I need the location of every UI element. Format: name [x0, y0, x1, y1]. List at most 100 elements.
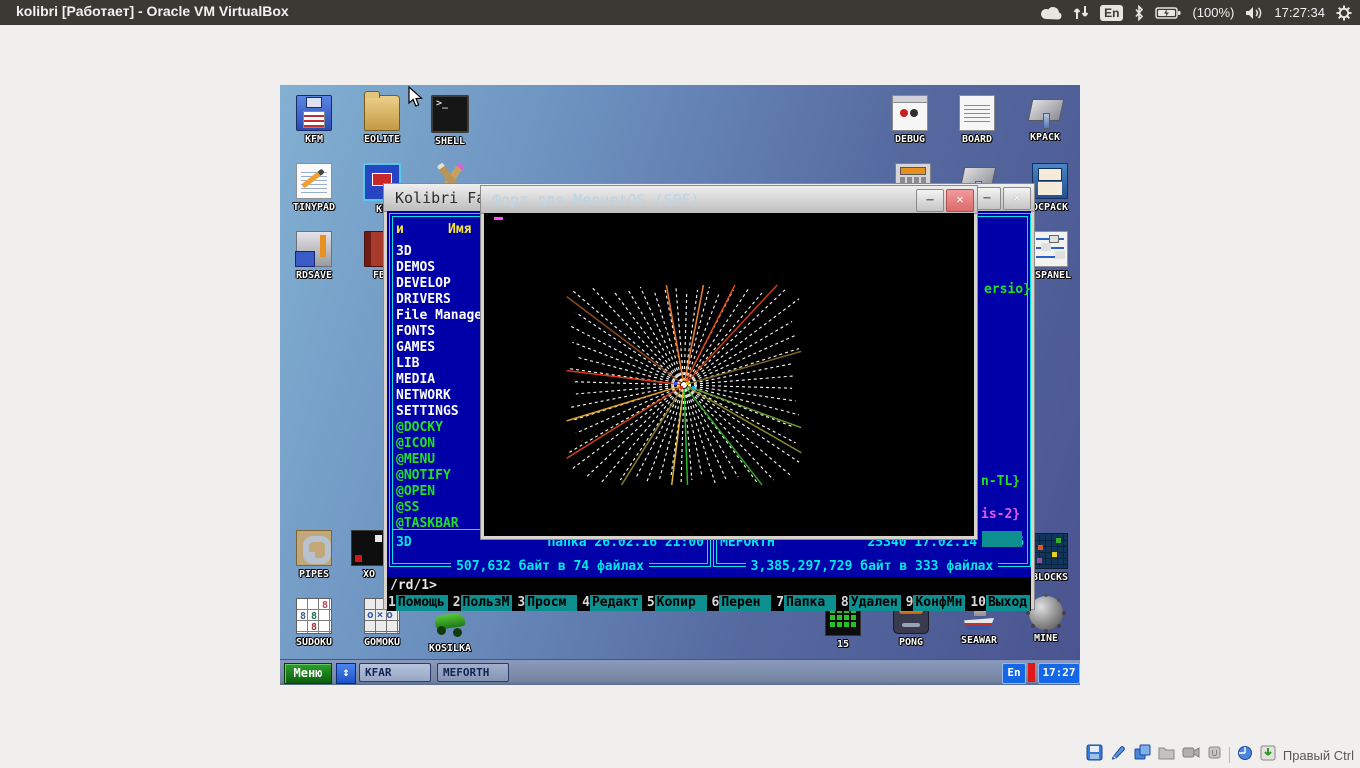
sudoku-icon — [296, 598, 332, 634]
optical-disc-icon[interactable] — [1110, 744, 1127, 766]
fkey-number: 10 — [970, 595, 986, 611]
fkey-number: 9 — [906, 595, 914, 611]
host-language-indicator[interactable]: En — [1100, 5, 1123, 21]
desktop-icon-label: SEAWAR — [951, 635, 1007, 646]
minimize-all-button[interactable]: ↕ — [336, 663, 356, 684]
display-capture-icon[interactable] — [1182, 746, 1200, 764]
selected-item-name: 3D — [396, 535, 412, 550]
network-adapters-icon[interactable] — [1134, 744, 1151, 766]
host-tray: En (100%) 17:27:34 — [1040, 0, 1352, 25]
fkey-number: 1 — [388, 595, 396, 611]
spf-window[interactable]: Форт для MenuetOS (SPF) – ✕ — [480, 185, 978, 540]
spanel-icon — [1032, 231, 1068, 267]
fkey-2[interactable]: 2ПользМ — [453, 595, 513, 611]
bluetooth-icon[interactable] — [1134, 5, 1144, 21]
mouse-integration-icon[interactable] — [1237, 745, 1253, 766]
desktop-icon-pipes[interactable]: PIPES — [286, 530, 342, 580]
hdd-icon[interactable] — [1086, 744, 1103, 766]
guest-clock[interactable]: 17:27 — [1038, 663, 1080, 684]
far-close-button[interactable]: ✕ — [1003, 187, 1031, 210]
board-icon — [959, 95, 995, 131]
starburst-graphic — [484, 213, 976, 538]
fkey-7[interactable]: 7Папка — [776, 595, 836, 611]
fkey-9[interactable]: 9КонфМн — [906, 595, 966, 611]
desktop-icon-board[interactable]: BOARD — [949, 95, 1005, 145]
spf-titlebar[interactable]: Форт для MenuetOS (SPF) – ✕ — [481, 186, 977, 214]
fkey-6[interactable]: 6Перен — [712, 595, 772, 611]
desktop-icon-label: EOLITE — [354, 134, 410, 145]
kosilka-icon — [433, 606, 467, 640]
desktop-icon-label: SUDOKU — [286, 637, 342, 648]
gear-icon[interactable] — [1336, 5, 1352, 21]
desktop-icon-label: BOARD — [949, 134, 1005, 145]
fkey-4[interactable]: 4Редакт — [582, 595, 642, 611]
blocks-icon — [1032, 533, 1068, 569]
task-button-kfar[interactable]: KFAR — [359, 663, 431, 682]
sort-indicator: и — [396, 222, 404, 237]
desktop-icon-tinypad[interactable]: TINYPAD — [286, 163, 342, 213]
desktop-icon-kpack[interactable]: KPACK — [1017, 95, 1073, 143]
desktop-icon-debug[interactable]: DEBUG — [882, 95, 938, 145]
desktop-icon-label: KFM — [286, 134, 342, 145]
terminal-icon — [431, 95, 469, 133]
task-button-meforth[interactable]: MEFORTH — [437, 663, 509, 682]
guest-language-indicator[interactable]: En — [1002, 663, 1026, 684]
spf-minimize-button[interactable]: – — [916, 189, 944, 212]
fkey-number: 3 — [517, 595, 525, 611]
desktop-icon-label: PONG — [883, 637, 939, 648]
host-key-label: Правый Ctrl — [1283, 748, 1354, 763]
statusbar-separator — [1229, 747, 1230, 763]
desktop-icon-label: GOMOKU — [354, 637, 410, 648]
spf-content — [484, 213, 974, 536]
fkey-label: Редакт — [590, 595, 642, 611]
far-left-total: 507,632 байт в 74 файлах — [390, 555, 710, 574]
far-command-line[interactable]: /rd/1> — [387, 578, 1031, 594]
desktop-icon-eolite[interactable]: EOLITE — [354, 95, 410, 145]
desktop-icon-sudoku[interactable]: SUDOKU — [286, 598, 342, 648]
host-clock[interactable]: 17:27:34 — [1274, 5, 1325, 20]
host-screen: kolibri [Работает] - Oracle VM VirtualBo… — [0, 0, 1360, 768]
fkey-3[interactable]: 3Просм — [517, 595, 577, 611]
desktop-icon-label: MINE — [1018, 633, 1074, 644]
right-panel-selection-bar — [982, 531, 1022, 547]
spf-window-title: Форт для MenuetOS (SPF) — [492, 191, 700, 209]
keyboard-capture-icon[interactable] — [1260, 745, 1276, 766]
volume-icon[interactable] — [1245, 6, 1263, 20]
fkey-number: 8 — [841, 595, 849, 611]
fkey-5[interactable]: 5Копир — [647, 595, 707, 611]
right-panel-filename-fragment: n-TL} — [981, 474, 1020, 489]
right-panel-filename-fragment: is-2} — [981, 507, 1020, 522]
desktop-icon-label: SHELL — [422, 136, 478, 147]
fkey-number: 6 — [712, 595, 720, 611]
network-updown-icon[interactable] — [1073, 5, 1089, 20]
fkey-number: 2 — [453, 595, 461, 611]
shared-folders-icon[interactable] — [1158, 745, 1175, 765]
battery-icon[interactable] — [1155, 6, 1181, 20]
guest-taskbar: Меню ↕ KFAR MEFORTH En 17:27 — [280, 659, 1080, 685]
desktop-icon-shell[interactable]: SHELL — [422, 95, 478, 147]
pipes-icon — [296, 530, 332, 566]
menu-button[interactable]: Меню — [284, 663, 332, 684]
desktop-icon-rdsave[interactable]: RDSAVE — [286, 231, 342, 281]
fkey-number: 4 — [582, 595, 590, 611]
spf-close-button[interactable]: ✕ — [946, 189, 974, 212]
name-column-header: Имя — [448, 222, 471, 237]
kpack-icon — [1028, 95, 1062, 129]
fkey-1[interactable]: 1Помощь — [388, 595, 448, 611]
fkey-label: Просм — [525, 595, 577, 611]
fkey-label: Папка — [784, 595, 836, 611]
cpu-load-indicator — [1028, 663, 1035, 682]
desktop-icon-label: RDSAVE — [286, 270, 342, 281]
weather-cloud-icon[interactable] — [1040, 6, 1062, 20]
xonix-icon — [351, 530, 387, 566]
far-right-total: 3,385,297,729 байт в 333 файлах — [714, 555, 1030, 574]
fkey-10[interactable]: 10Выход — [970, 595, 1030, 611]
desktop-icon-label: PIPES — [286, 569, 342, 580]
fkey-number: 5 — [647, 595, 655, 611]
fkey-8[interactable]: 8Удален — [841, 595, 901, 611]
usb-icon[interactable]: U — [1207, 745, 1222, 765]
desktop-icon-kosilka[interactable]: KOSILKA — [422, 606, 478, 654]
desktop-icon-kfm[interactable]: KFM — [286, 95, 342, 145]
vbox-statusbar: U Правый Ctrl — [1086, 745, 1354, 765]
fkey-number: 7 — [776, 595, 784, 611]
